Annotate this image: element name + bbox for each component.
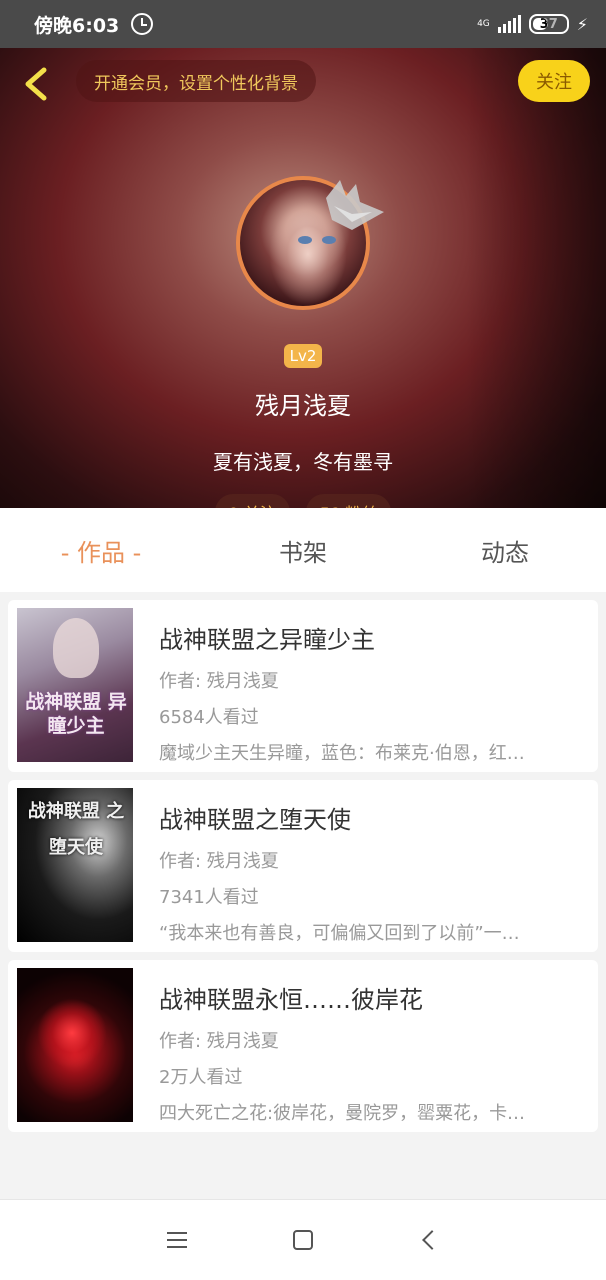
- cover-title: 战神联盟 之 堕天使: [27, 801, 125, 858]
- book-description: 四大死亡之花:彼岸花，曼院罗，罂粟花，卡…: [159, 1103, 526, 1124]
- status-right: 4G 37 ⚡: [477, 14, 588, 34]
- status-bar: 傍晚6:03 4G 37 ⚡: [0, 0, 606, 48]
- network-label: 4G: [477, 18, 490, 29]
- tab-activity[interactable]: 动态: [404, 508, 606, 592]
- followers-count-button[interactable]: 58 粉丝: [305, 494, 392, 508]
- chevron-left-icon: [25, 67, 47, 101]
- menu-icon: [167, 1232, 187, 1248]
- book-list: 战神联盟 异瞳少主 战神联盟之异瞳少主 作者: 残月浅夏 6584人看过 魔域少…: [8, 600, 598, 1140]
- nav-menu-button[interactable]: [159, 1222, 195, 1258]
- profile-tabs: - 作品 - 书架 动态: [0, 508, 606, 592]
- avatar-eye-right: [322, 236, 336, 244]
- book-info: 战神联盟之异瞳少主 作者: 残月浅夏 6584人看过 魔域少主天生异瞳，蓝色：布…: [159, 620, 584, 765]
- book-info: 战神联盟之堕天使 作者: 残月浅夏 7341人看过 “我本来也有善良，可偏偏又回…: [159, 800, 584, 945]
- crown-icon: [326, 180, 384, 230]
- book-description: “我本来也有善良，可偏偏又回到了以前”一…: [159, 923, 520, 944]
- book-cover: [17, 968, 133, 1122]
- tab-bookshelf[interactable]: 书架: [202, 508, 404, 592]
- book-author: 作者: 残月浅夏: [159, 851, 279, 872]
- avatar-eye-left: [298, 236, 312, 244]
- alarm-icon: [131, 13, 154, 35]
- cover-figure: [53, 618, 99, 678]
- book-views: 2万人看过: [159, 1067, 243, 1088]
- book-cover: 战神联盟 之 堕天使: [17, 788, 133, 942]
- book-info: 战神联盟永恒……彼岸花 作者: 残月浅夏 2万人看过 四大死亡之花:彼岸花，曼院…: [159, 980, 584, 1125]
- username: 残月浅夏: [255, 392, 351, 420]
- book-views: 7341人看过: [159, 887, 259, 908]
- nav-home-button[interactable]: [285, 1222, 321, 1258]
- tab-works[interactable]: - 作品 -: [0, 508, 202, 592]
- vip-banner-button[interactable]: 开通会员，设置个性化背景: [76, 60, 316, 102]
- user-bio: 夏有浅夏，冬有墨寻: [213, 450, 393, 474]
- back-icon: [422, 1230, 442, 1250]
- home-icon: [293, 1230, 313, 1250]
- cover-flower: [37, 998, 107, 1068]
- book-author: 作者: 残月浅夏: [159, 1031, 279, 1052]
- battery-level: 37: [539, 16, 558, 32]
- profile-header: 开通会员，设置个性化背景 关注 Lv2 残月浅夏 夏有浅夏，冬有墨寻 9 关注 …: [0, 48, 606, 508]
- nav-back-button[interactable]: [411, 1222, 447, 1258]
- book-title: 战神联盟之异瞳少主: [159, 626, 375, 654]
- battery-icon: 37: [528, 14, 569, 34]
- book-card[interactable]: 战神联盟 之 堕天使 战神联盟之堕天使 作者: 残月浅夏 7341人看过 “我本…: [8, 780, 598, 952]
- book-views: 6584人看过: [159, 707, 259, 728]
- follow-button[interactable]: 关注: [518, 60, 590, 102]
- user-stats: 9 关注 58 粉丝: [0, 494, 606, 508]
- system-nav-bar: [0, 1199, 606, 1280]
- book-card[interactable]: 战神联盟 异瞳少主 战神联盟之异瞳少主 作者: 残月浅夏 6584人看过 魔域少…: [8, 600, 598, 772]
- book-description: 魔域少主天生异瞳，蓝色：布莱克·伯恩，红…: [159, 743, 525, 764]
- book-author: 作者: 残月浅夏: [159, 671, 279, 692]
- cover-title: 战神联盟 异瞳少主: [25, 691, 127, 737]
- status-time: 傍晚6:03: [34, 14, 120, 37]
- book-title: 战神联盟永恒……彼岸花: [159, 986, 423, 1014]
- signal-icon: [497, 15, 521, 33]
- book-card[interactable]: 战神联盟永恒……彼岸花 作者: 残月浅夏 2万人看过 四大死亡之花:彼岸花，曼院…: [8, 960, 598, 1132]
- charging-icon: ⚡: [576, 14, 588, 34]
- book-cover: 战神联盟 异瞳少主: [17, 608, 133, 762]
- following-count-button[interactable]: 9 关注: [214, 494, 290, 508]
- book-title: 战神联盟之堕天使: [159, 806, 351, 834]
- back-button[interactable]: [18, 64, 58, 104]
- level-badge: Lv2: [284, 344, 322, 368]
